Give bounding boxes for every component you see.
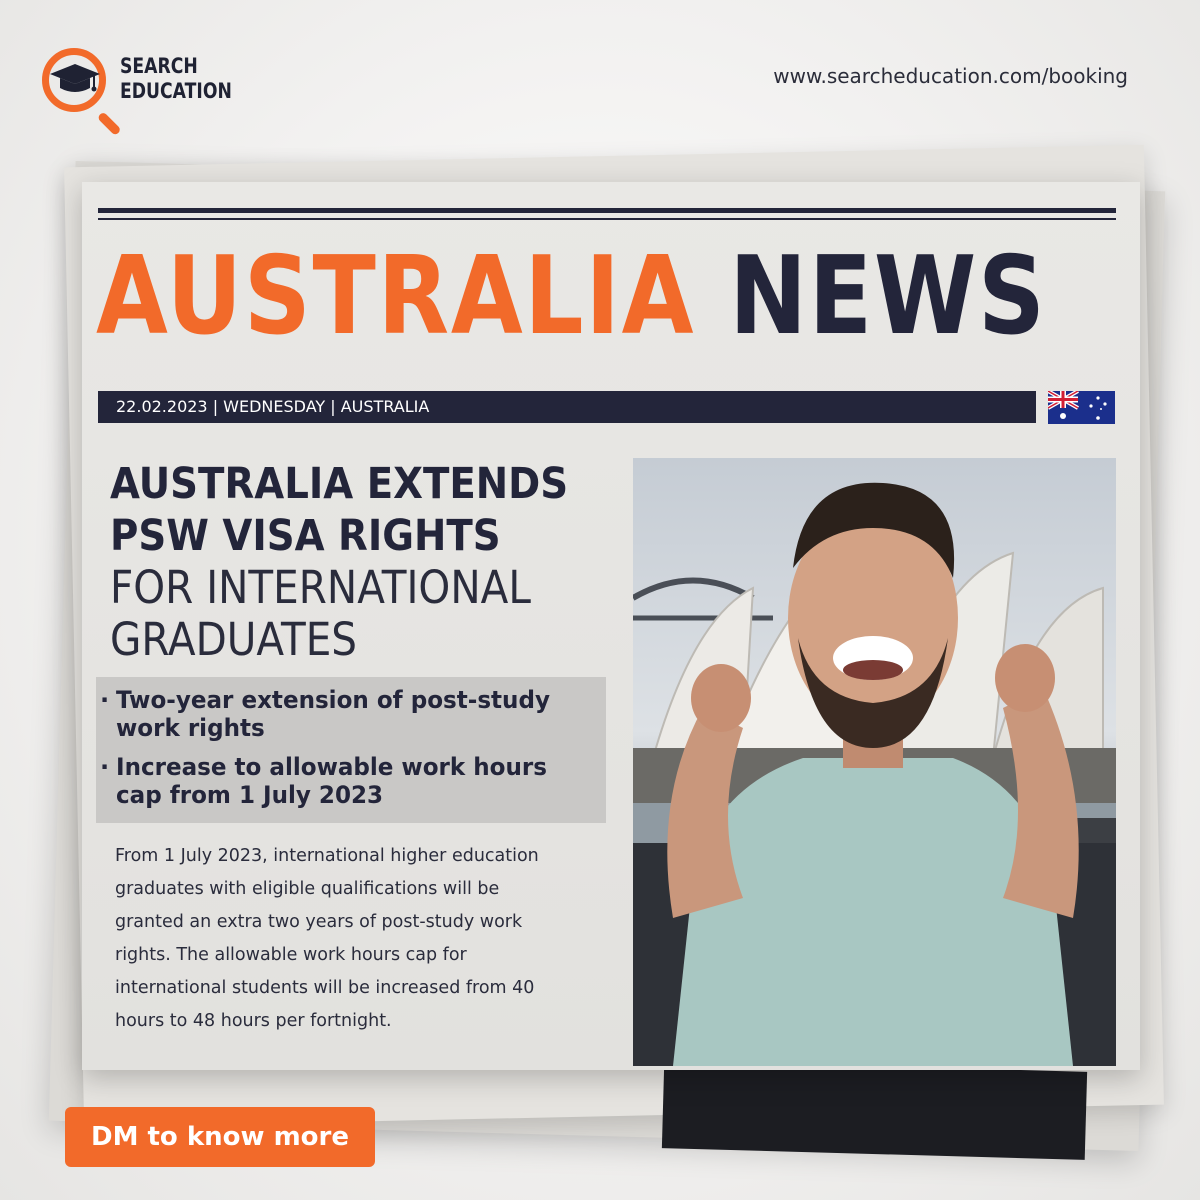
key-point-2-line-2: cap from 1 July 2023	[116, 781, 384, 809]
masthead-rule-thick	[98, 208, 1116, 213]
body-line: rights. The allowable work hours cap for	[115, 945, 467, 965]
australia-flag-icon	[1048, 391, 1115, 424]
masthead-word-news: NEWS	[729, 234, 1047, 359]
magnifier-handle	[96, 111, 122, 137]
photo-shadow	[661, 1060, 1088, 1160]
body-line: hours to 48 hours per fortnight.	[115, 1011, 392, 1031]
booking-url-link[interactable]: www.searcheducation.com/booking	[773, 64, 1128, 88]
masthead-word-australia: AUSTRALIA	[96, 234, 696, 359]
article-photo	[633, 458, 1116, 1066]
brand-line-2: EDUCATION	[120, 79, 232, 103]
article-headline: AUSTRALIA EXTENDS PSW VISA RIGHTS FOR IN…	[110, 458, 630, 666]
photo-illustration	[633, 482, 1116, 1066]
bullet-dot: ·	[100, 753, 110, 781]
dateline-bar: 22.02.2023 | WEDNESDAY | AUSTRALIA	[98, 391, 1036, 423]
headline-bold-line-1: AUSTRALIA EXTENDS	[110, 459, 569, 509]
brand-name: SEARCH EDUCATION	[120, 54, 232, 104]
brand-line-1: SEARCH	[120, 54, 198, 78]
masthead-title: AUSTRALIA NEWS	[96, 232, 1045, 362]
body-line: international students will be increased…	[115, 978, 535, 998]
key-points-box: · Two-year extension of post-study work …	[96, 677, 606, 823]
body-line: From 1 July 2023, international higher e…	[115, 846, 539, 866]
key-point-1-line-2: work rights	[116, 714, 265, 742]
graduation-cap-icon	[50, 64, 100, 92]
headline-light-line-2: GRADUATES	[110, 613, 358, 666]
headline-bold-line-2: PSW VISA RIGHTS	[110, 511, 501, 561]
headline-light-line-1: FOR INTERNATIONAL	[110, 561, 531, 614]
body-line: graduates with eligible qualifications w…	[115, 879, 500, 899]
body-line: granted an extra two years of post-study…	[115, 912, 523, 932]
article-body: From 1 July 2023, international higher e…	[115, 840, 595, 1038]
bullet-dot: ·	[100, 686, 110, 714]
dm-cta-button[interactable]: DM to know more	[65, 1107, 375, 1167]
key-point-1-line-1: Two-year extension of post-study	[116, 686, 550, 714]
brand-logo[interactable]: SEARCH EDUCATION	[38, 44, 238, 137]
key-point-2-line-1: Increase to allowable work hours	[116, 753, 547, 781]
masthead-rule-thin	[98, 218, 1116, 220]
